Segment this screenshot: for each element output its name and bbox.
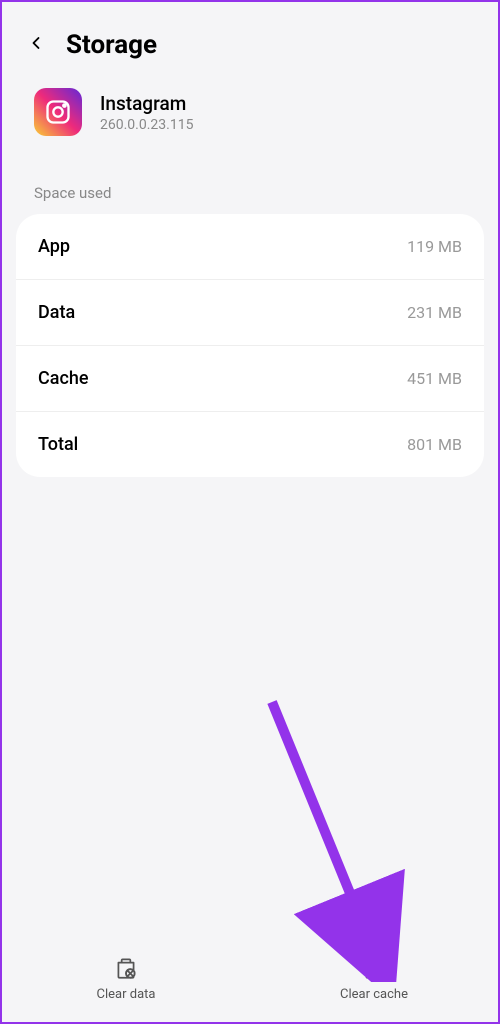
clear-cache-label: Clear cache [340, 987, 408, 1002]
bottom-bar: Clear data Clear cache [2, 941, 498, 1022]
clear-cache-button[interactable]: Clear cache [250, 955, 498, 1002]
app-name: Instagram [100, 92, 193, 115]
storage-card: App 119 MB Data 231 MB Cache 451 MB Tota… [16, 214, 484, 477]
app-info: Instagram 260.0.0.23.115 [2, 80, 498, 160]
trash-cache-icon [361, 955, 387, 981]
row-total: Total 801 MB [16, 412, 484, 477]
section-label: Space used [2, 160, 498, 214]
clear-data-label: Clear data [97, 987, 156, 1002]
app-version: 260.0.0.23.115 [100, 117, 193, 133]
back-button[interactable] [26, 30, 46, 60]
row-label: Cache [38, 368, 89, 389]
row-label: App [38, 236, 70, 257]
row-label: Total [38, 434, 78, 455]
camera-icon [44, 98, 72, 126]
row-value: 231 MB [407, 303, 462, 322]
chevron-left-icon [26, 33, 46, 53]
trash-data-icon [113, 955, 139, 981]
row-value: 451 MB [407, 369, 462, 388]
row-value: 119 MB [407, 237, 462, 256]
row-cache: Cache 451 MB [16, 346, 484, 412]
header: Storage [2, 2, 498, 80]
row-value: 801 MB [407, 435, 462, 454]
clear-data-button[interactable]: Clear data [2, 955, 250, 1002]
row-data: Data 231 MB [16, 280, 484, 346]
row-label: Data [38, 302, 75, 323]
page-title: Storage [66, 30, 157, 60]
instagram-icon [34, 88, 82, 136]
row-app: App 119 MB [16, 214, 484, 280]
